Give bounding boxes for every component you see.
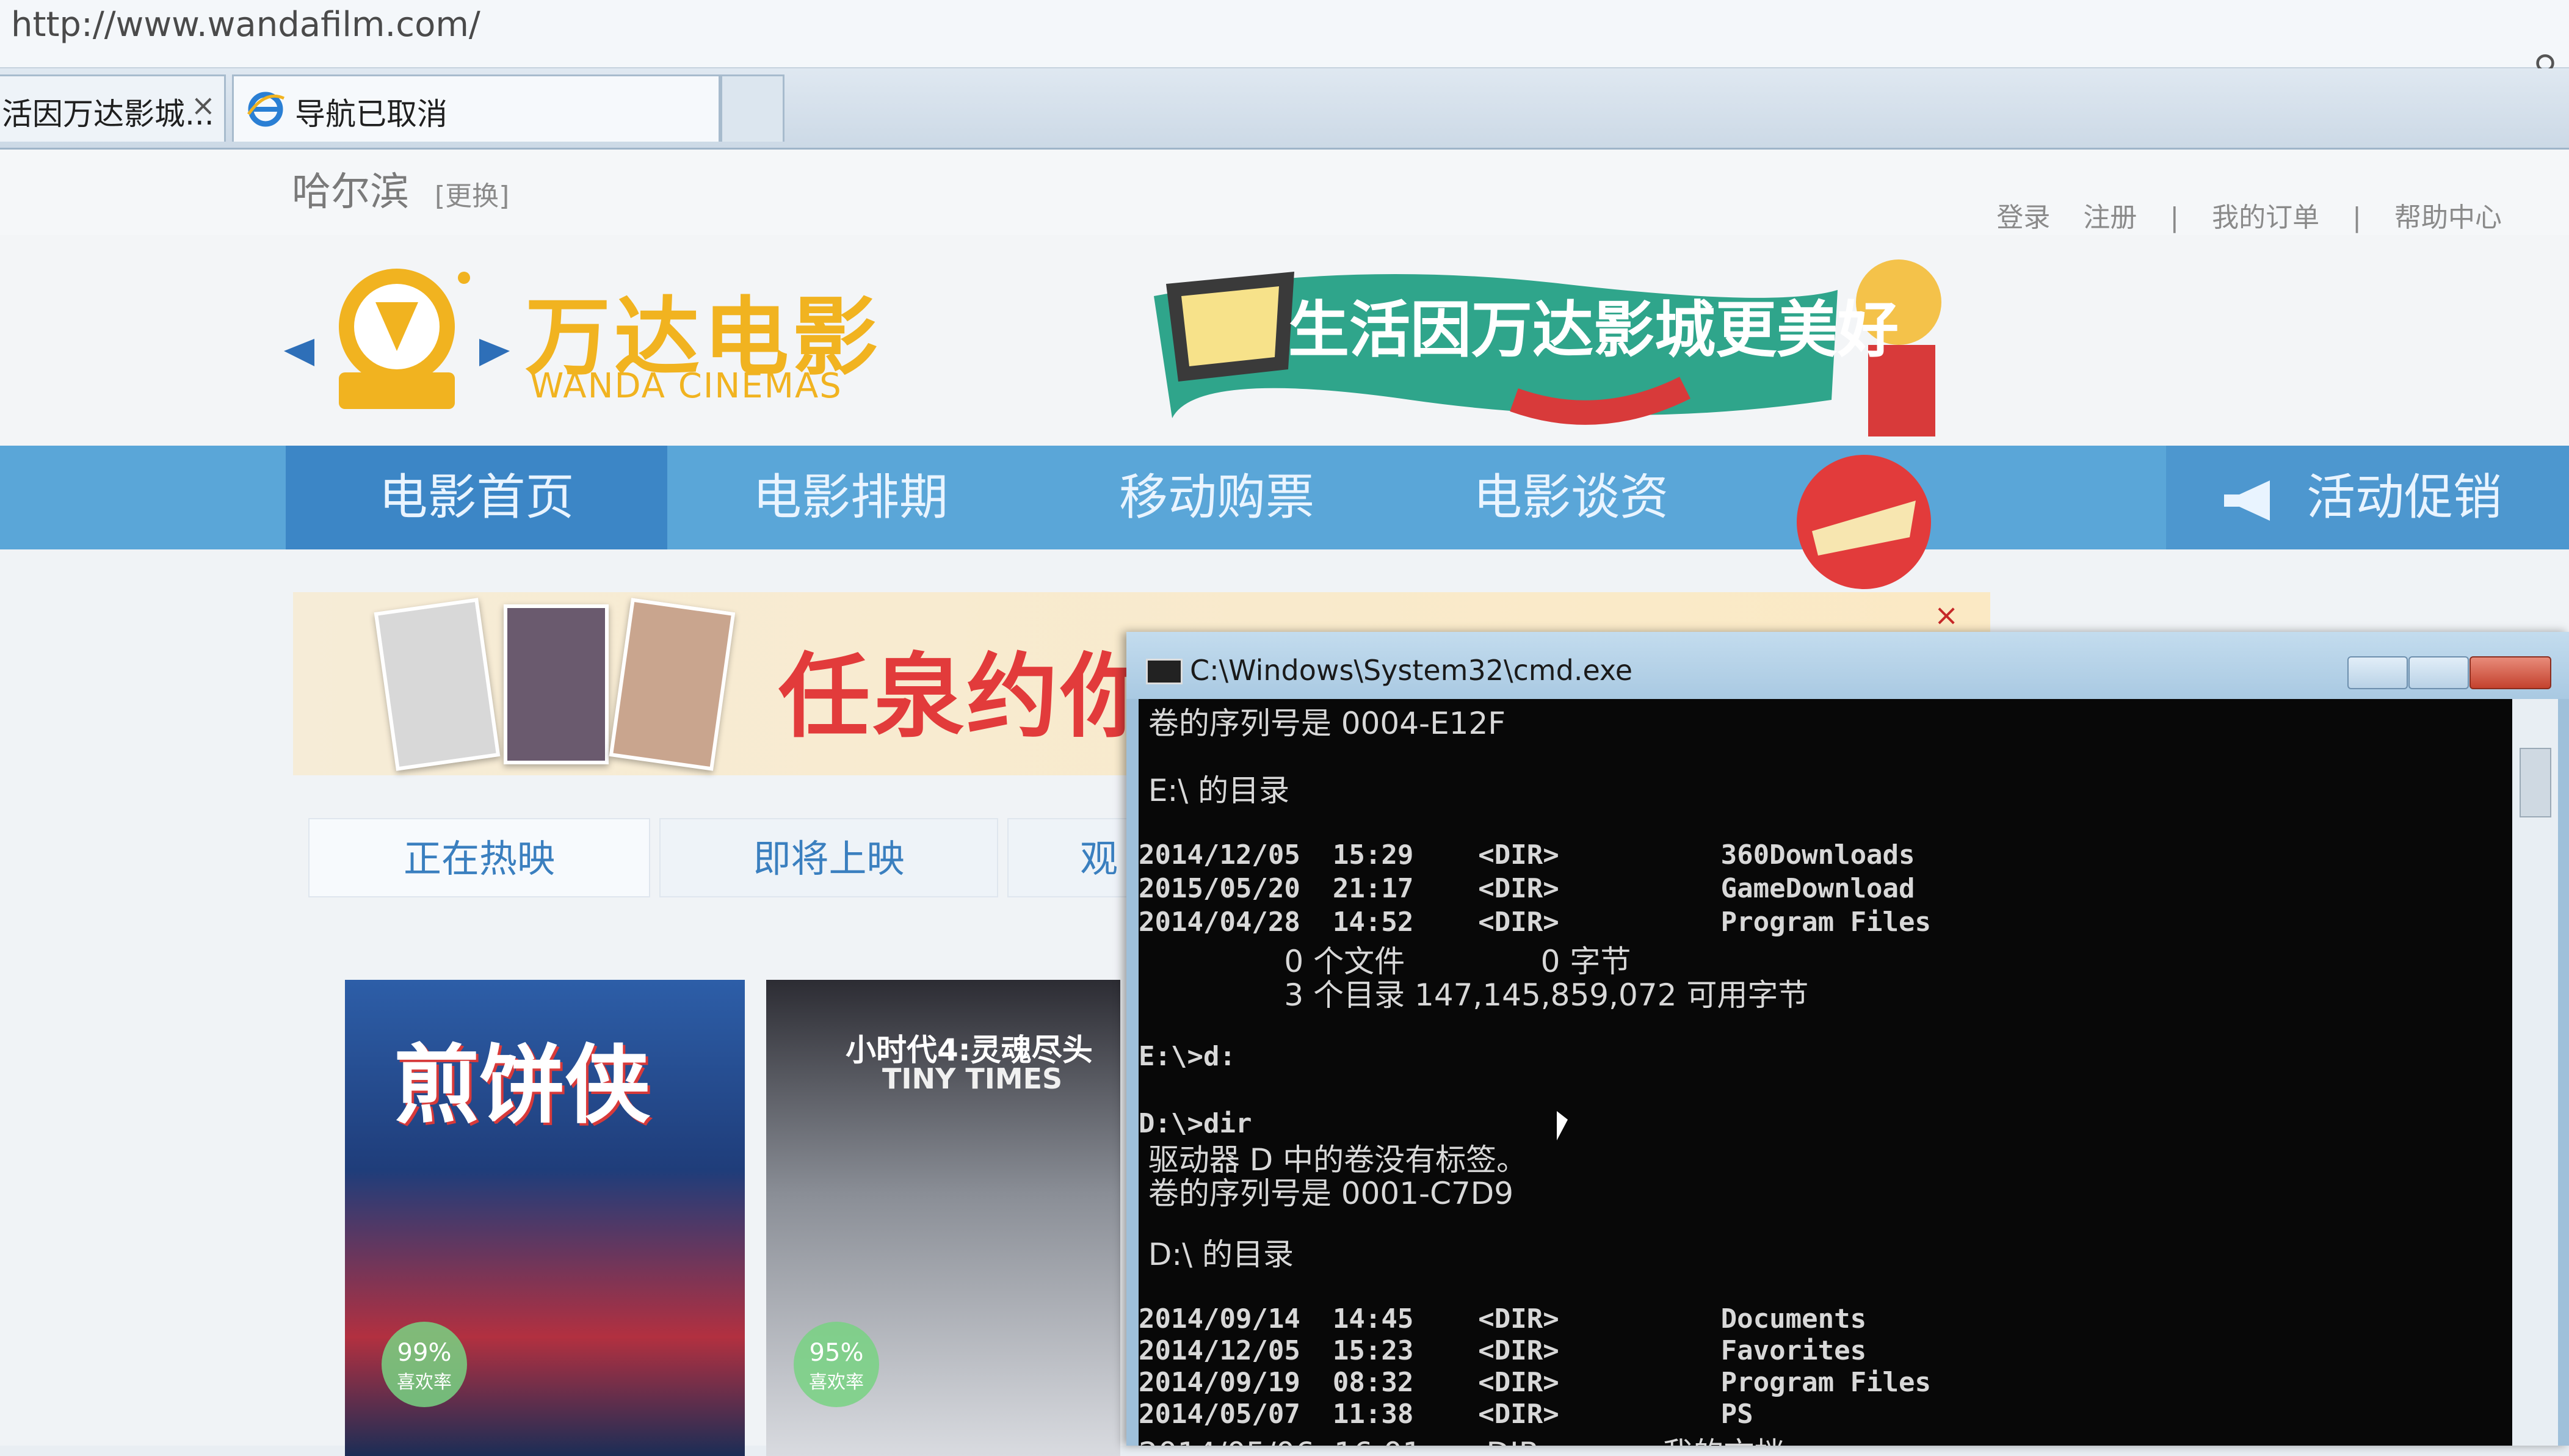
minimize-button[interactable] [2347,656,2408,689]
brand-name-en: WANDA CINEMAS [530,366,842,406]
tab-now-showing[interactable]: 正在热映 [308,818,650,897]
promotions-label: 活动促销 [2306,469,2502,526]
site-header: 万达电影 WANDA CINEMAS 生活因万达影城更美好 [0,235,2569,446]
console-line: D:\ 的目录 [1139,1237,1294,1272]
close-icon[interactable]: × [1934,598,1958,632]
cmd-title: C:\Windows\System32\cmd.exe [1190,654,1633,687]
separator: | [2170,202,2179,233]
console-line: 2014/09/14 14:45 <DIR> Documents [1139,1303,1867,1335]
top-links: 登录 注册 | 我的订单 | 帮助中心 [1972,195,2502,234]
help-center-link[interactable]: 帮助中心 [2394,202,2502,233]
city-name: 哈尔滨 [292,170,409,215]
svg-text:生活因万达影城更美好: 生活因万达影城更美好 [1288,294,1899,366]
mouse-cursor-icon [1557,1111,1568,1140]
like-rate-value: 95% [809,1339,864,1367]
top-strip: 哈尔滨 [更换] 登录 注册 | 我的订单 | 帮助中心 [0,150,2569,235]
new-tab-button[interactable] [720,74,784,142]
console-line: 2014/09/19 08:32 <DIR> Program Files [1139,1367,1932,1398]
nav-movie-talk[interactable]: 电影谈资 [1400,446,1742,549]
console-line: 2014/05/07 11:38 <DIR> PS [1139,1399,1753,1430]
nav-promotions[interactable]: 活动促销 [2166,446,2569,549]
tab-label: 活因万达影城... [2,96,214,132]
separator: | [2352,202,2361,233]
console-line: 3 个目录 147,145,859,072 可用字节 [1139,977,1809,1013]
console-line: 2014/05/06 16:01 <DIR> 我的文档 [1139,1429,1785,1446]
movie-poster-tiny-times[interactable]: 小时代4:灵魂尽头 TINY TIMES 95% 喜欢率 [766,980,1120,1456]
wanda-logo[interactable] [278,259,516,424]
address-bar[interactable]: http://www.wandafilm.com/ ⚲ [0,0,2569,85]
tab-bar: 活因万达影城... × 导航已取消 [0,68,2569,150]
megaphone-icon [2224,480,2270,521]
cmd-console[interactable]: 卷的序列号是 0004-E12F E:\ 的目录 2014/12/05 15:2… [1139,699,2512,1446]
movie-poster-jianbingxia[interactable]: 煎饼侠 99% 喜欢率 [345,980,745,1456]
like-rate-badge: 99% 喜欢率 [382,1322,467,1407]
main-nav: 电影首页 电影排期 移动购票 电影谈资 活动促销 [0,446,2569,589]
city-switch-link[interactable]: [更换] [435,174,509,213]
cmd-title-bar[interactable]: C:\Windows\System32\cmd.exe [1126,632,2569,699]
slogan-banner-image: 生活因万达影城更美好 [1154,259,1941,436]
cmd-icon [1146,659,1183,684]
china-week-badge[interactable] [1788,452,1940,592]
tab-label: 导航已取消 [295,96,447,132]
url-text[interactable]: http://www.wandafilm.com/ [11,5,480,45]
nav-home[interactable]: 电影首页 [286,446,667,549]
nav-mobile-ticket[interactable]: 移动购票 [1034,446,1400,549]
movie-tabs: 正在热映 即将上映 观 [308,818,1190,897]
tab-navigation-cancelled[interactable]: 导航已取消 [232,74,720,142]
scrollbar-thumb[interactable] [2520,748,2551,817]
console-line: 卷的序列号是 0001-C7D9 [1139,1176,1514,1211]
cmd-scrollbar[interactable] [2512,699,2558,1446]
tab-coming-soon[interactable]: 即将上映 [659,818,998,897]
console-line: 2014/12/05 15:23 <DIR> Favorites [1139,1335,1867,1366]
close-tab-icon[interactable]: × [191,89,216,123]
console-line: 卷的序列号是 0004-E12F [1139,706,1506,741]
nav-schedule[interactable]: 电影排期 [667,446,1034,549]
poster-subtitle: TINY TIMES [882,1062,1063,1095]
console-line: E:\ 的目录 [1139,773,1290,808]
console-line: 2014/04/28 14:52 <DIR> Program Files [1139,907,1932,938]
console-line: 2015/05/20 21:17 <DIR> GameDownload [1139,873,1915,904]
photo-card [609,598,736,771]
photo-card [374,598,501,771]
poster-title: 煎饼侠 [394,1036,651,1135]
console-line: E:\>d: [1139,1041,1236,1072]
banner-title: 任泉约你 [778,644,1155,750]
like-rate-value: 99% [397,1339,452,1367]
login-link[interactable]: 登录 [1996,202,2050,233]
close-window-button[interactable] [2469,656,2551,689]
maximize-button[interactable] [2408,656,2469,689]
register-link[interactable]: 注册 [2083,202,2137,233]
photo-card [504,604,609,764]
like-rate-label: 喜欢率 [397,1372,452,1393]
cmd-window[interactable]: C:\Windows\System32\cmd.exe 卷的序列号是 0004-… [1126,632,2569,1446]
console-line: D:\>dir [1139,1108,1252,1139]
ie-icon [247,92,285,127]
like-rate-badge: 95% 喜欢率 [794,1322,879,1407]
tab-wanda[interactable]: 活因万达影城... × [0,74,226,142]
my-orders-link[interactable]: 我的订单 [2212,202,2319,233]
console-line: 2014/12/05 15:29 <DIR> 360Downloads [1139,839,1915,871]
like-rate-label: 喜欢率 [809,1372,864,1393]
